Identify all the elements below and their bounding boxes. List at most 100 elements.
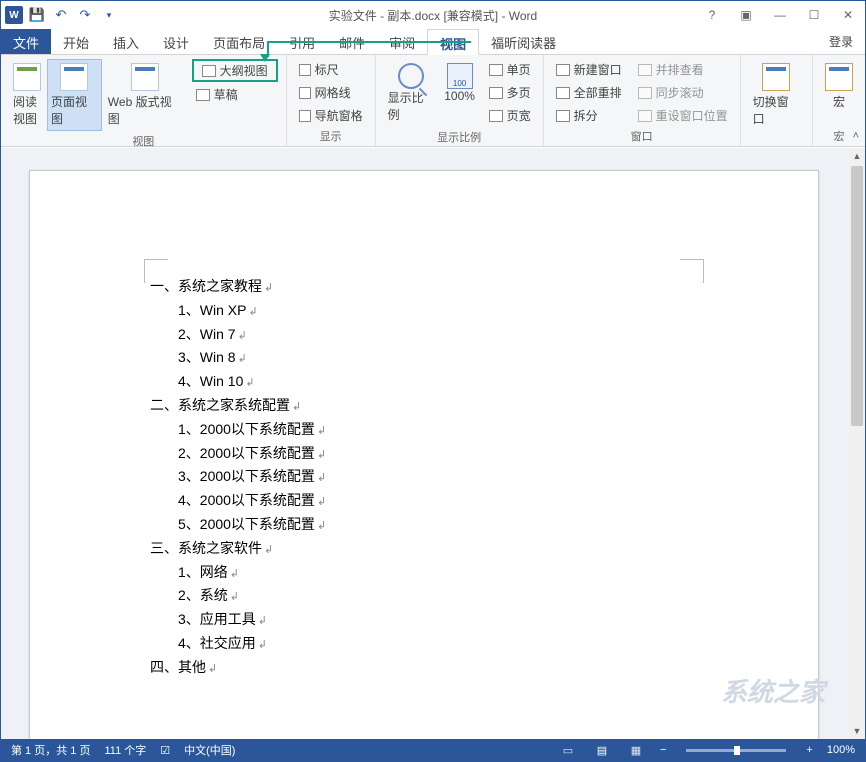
arrange-all-button[interactable]: 全部重排 xyxy=(552,82,626,103)
navpane-checkbox[interactable]: 导航窗格 xyxy=(295,105,367,126)
one-page-label: 单页 xyxy=(507,61,531,78)
tab-design[interactable]: 设计 xyxy=(151,29,201,54)
list-item: 3、2000以下系统配置↲ xyxy=(150,465,698,489)
multi-page-icon xyxy=(489,87,503,99)
split-label: 拆分 xyxy=(574,107,598,124)
split-icon xyxy=(556,110,570,122)
para-mark-icon: ↲ xyxy=(245,377,254,389)
gridlines-label: 网格线 xyxy=(315,84,351,101)
list-item: 3、Win 8↲ xyxy=(150,346,698,370)
view-print-layout-icon[interactable]: ▤ xyxy=(592,743,612,757)
zoom-in-button[interactable]: + xyxy=(806,744,812,756)
draft-view-button[interactable]: 草稿 xyxy=(192,84,278,105)
save-icon[interactable]: 💾 xyxy=(27,5,47,25)
group-window-label: 窗口 xyxy=(552,126,732,144)
para-mark-icon: ↲ xyxy=(248,306,257,318)
sync-scroll-button: 同步滚动 xyxy=(634,82,732,103)
maximize-button[interactable]: ☐ xyxy=(797,1,831,29)
sync-scroll-label: 同步滚动 xyxy=(656,84,704,101)
document-content[interactable]: 一、系统之家教程↲ 1、Win XP↲ 2、Win 7↲ 3、Win 8↲ 4、… xyxy=(150,275,698,680)
annotation-arrow xyxy=(269,41,471,43)
ruler-checkbox[interactable]: 标尺 xyxy=(295,59,367,80)
sign-in-link[interactable]: 登录 xyxy=(829,33,853,50)
macro-button[interactable]: 宏 xyxy=(821,59,857,114)
macro-label: 宏 xyxy=(833,93,845,110)
status-word-count[interactable]: 111 个字 xyxy=(104,742,146,758)
collapse-ribbon-icon[interactable]: ˄ xyxy=(853,130,859,142)
switch-windows-button[interactable]: 切换窗口 xyxy=(749,59,804,131)
split-button[interactable]: 拆分 xyxy=(552,105,626,126)
zoom-button[interactable]: 显示比例 xyxy=(384,59,439,127)
new-window-icon xyxy=(556,64,570,76)
outline-view-button[interactable]: 大纲视图 xyxy=(192,59,278,82)
group-views-label: 视图 xyxy=(9,131,278,149)
status-page[interactable]: 第 1 页，共 1 页 xyxy=(11,742,90,758)
reset-pos-label: 重设窗口位置 xyxy=(656,107,728,124)
switch-windows-label: 切换窗口 xyxy=(753,93,800,127)
new-window-button[interactable]: 新建窗口 xyxy=(552,59,626,80)
zoom-100-button[interactable]: 100 100% xyxy=(441,59,479,107)
para-mark-icon: ↲ xyxy=(317,449,326,461)
group-show: 标尺 网格线 导航窗格 显示 xyxy=(287,55,376,146)
list-item: 2、系统↲ xyxy=(150,584,698,608)
help-button[interactable]: ? xyxy=(695,1,729,29)
zoom-out-button[interactable]: − xyxy=(660,744,666,756)
draft-label: 草稿 xyxy=(214,86,238,103)
checkbox-icon xyxy=(299,110,311,122)
group-views: 阅读视图 页面视图 Web 版式视图 大纲视图 草稿 视图 xyxy=(1,55,287,146)
gridlines-checkbox[interactable]: 网格线 xyxy=(295,82,367,103)
web-layout-button[interactable]: Web 版式视图 xyxy=(104,59,186,131)
reading-view-button[interactable]: 阅读视图 xyxy=(9,59,45,131)
tab-home[interactable]: 开始 xyxy=(51,29,101,54)
print-layout-button[interactable]: 页面视图 xyxy=(47,59,102,131)
print-layout-icon xyxy=(60,63,88,91)
zoom-level[interactable]: 100% xyxy=(827,744,855,756)
group-zoom-label: 显示比例 xyxy=(384,127,535,145)
scroll-thumb[interactable] xyxy=(851,166,863,426)
ribbon-options-button[interactable]: ▣ xyxy=(729,1,763,29)
view-web-layout-icon[interactable]: ▦ xyxy=(626,743,646,757)
minimize-button[interactable]: — xyxy=(763,1,797,29)
zoom-slider-knob[interactable] xyxy=(734,746,740,755)
checkbox-icon xyxy=(299,64,311,76)
list-item: 2、Win 7↲ xyxy=(150,323,698,347)
view-read-mode-icon[interactable]: ▭ xyxy=(558,743,578,757)
navpane-label: 导航窗格 xyxy=(315,107,363,124)
group-window: 新建窗口 全部重排 拆分 并排查看 同步滚动 重设窗口位置 窗口 xyxy=(544,55,741,146)
para-mark-icon: ↲ xyxy=(230,568,239,580)
para-mark-icon: ↲ xyxy=(317,496,326,508)
side-by-side-label: 并排查看 xyxy=(656,61,704,78)
document-page[interactable]: 一、系统之家教程↲ 1、Win XP↲ 2、Win 7↲ 3、Win 8↲ 4、… xyxy=(29,170,819,739)
para-mark-icon: ↲ xyxy=(317,520,326,532)
undo-icon[interactable]: ↶ xyxy=(51,5,71,25)
list-item: 5、2000以下系统配置↲ xyxy=(150,513,698,537)
scroll-down-icon[interactable]: ▼ xyxy=(849,723,865,739)
tab-foxit[interactable]: 福昕阅读器 xyxy=(479,29,568,54)
list-item: 2、2000以下系统配置↲ xyxy=(150,442,698,466)
vertical-scrollbar[interactable]: ▲ ▼ xyxy=(849,148,865,739)
tab-layout[interactable]: 页面布局 xyxy=(201,29,277,54)
checkbox-icon xyxy=(299,87,311,99)
status-language[interactable]: 中文(中国) xyxy=(184,742,235,758)
status-proofing-icon[interactable]: ☑ xyxy=(160,744,170,757)
close-button[interactable]: ✕ xyxy=(831,1,865,29)
tab-file[interactable]: 文件 xyxy=(1,29,51,54)
redo-icon[interactable]: ↷ xyxy=(75,5,95,25)
tab-insert[interactable]: 插入 xyxy=(101,29,151,54)
sync-scroll-icon xyxy=(638,87,652,99)
one-page-button[interactable]: 单页 xyxy=(485,59,535,80)
page-width-button[interactable]: 页宽 xyxy=(485,105,535,126)
arrange-all-label: 全部重排 xyxy=(574,84,622,101)
scroll-up-icon[interactable]: ▲ xyxy=(849,148,865,164)
reset-pos-button: 重设窗口位置 xyxy=(634,105,732,126)
ribbon: 阅读视图 页面视图 Web 版式视图 大纲视图 草稿 视图 xyxy=(1,55,865,147)
multi-page-button[interactable]: 多页 xyxy=(485,82,535,103)
zoom-slider[interactable] xyxy=(686,749,786,752)
outline-label: 大纲视图 xyxy=(220,62,268,79)
list-item: 1、网络↲ xyxy=(150,561,698,585)
para-mark-icon: ↲ xyxy=(264,544,273,556)
page-width-icon xyxy=(489,110,503,122)
qat-dropdown-icon[interactable]: ▾ xyxy=(99,5,119,25)
para-mark-icon: ↲ xyxy=(317,472,326,484)
reading-view-icon xyxy=(13,63,41,91)
